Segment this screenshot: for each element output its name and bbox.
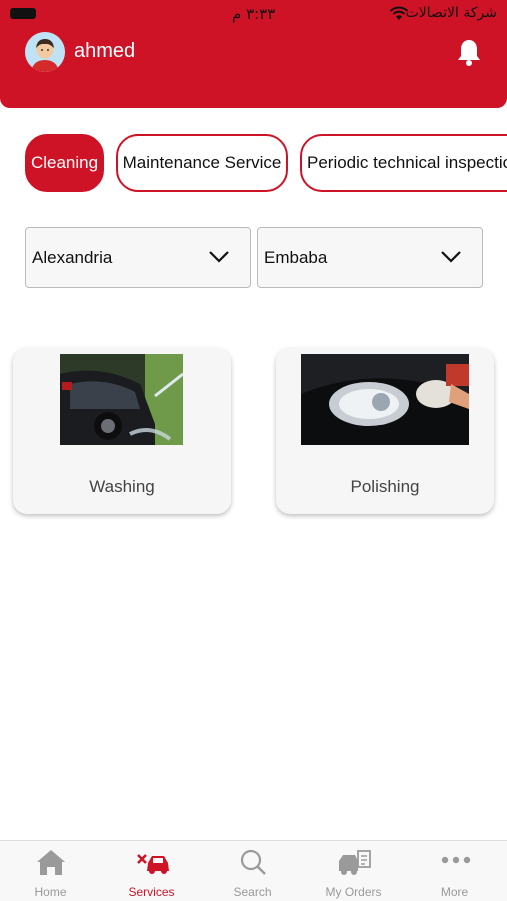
chevron-down-icon <box>209 251 229 263</box>
avatar[interactable] <box>25 32 65 72</box>
nav-label: More <box>440 885 469 899</box>
service-card-polishing[interactable]: Polishing <box>276 348 494 514</box>
service-label: Polishing <box>350 477 420 496</box>
bottom-nav: Home Services Search My Orders More <box>0 840 507 901</box>
username: ahmed <box>74 40 136 62</box>
category-tabs: Cleaning Maintenance Service Periodic te… <box>25 134 507 196</box>
governorate-select[interactable]: Alexandria <box>25 227 251 288</box>
chevron-down-icon <box>441 251 461 263</box>
district-value: Embaba <box>264 248 328 267</box>
status-bar: ٣:٣٣ م شركة الاتصالات <box>0 0 507 28</box>
polishing-image <box>301 354 469 445</box>
more-icon <box>441 856 471 864</box>
governorate-value: Alexandria <box>32 248 113 267</box>
nav-my-orders[interactable]: My Orders <box>303 841 404 901</box>
battery-icon <box>10 8 36 19</box>
nav-label: Services <box>128 885 175 899</box>
nav-services[interactable]: Services <box>101 841 202 901</box>
nav-search[interactable]: Search <box>202 841 303 901</box>
status-time: ٣:٣٣ م <box>232 5 276 23</box>
notifications-bell-icon[interactable] <box>456 38 482 66</box>
service-card-washing[interactable]: Washing <box>13 348 231 514</box>
washing-image <box>60 354 183 445</box>
orders-icon <box>339 850 371 875</box>
tab-periodic-technical-inspection[interactable]: Periodic technical inspection <box>300 134 507 192</box>
district-select[interactable]: Embaba <box>257 227 483 288</box>
home-icon <box>37 850 65 875</box>
nav-home[interactable]: Home <box>0 841 101 901</box>
search-icon <box>240 849 266 875</box>
nav-more[interactable]: More <box>404 841 505 901</box>
nav-label: My Orders <box>325 885 382 899</box>
service-label: Washing <box>89 477 155 496</box>
carrier-name: شركة الاتصالات <box>405 5 497 21</box>
tab-cleaning[interactable]: Cleaning <box>25 134 104 192</box>
services-icon <box>137 854 169 874</box>
nav-label: Home <box>34 885 67 899</box>
tab-maintenance-service[interactable]: Maintenance Service <box>116 134 288 192</box>
app-header: ٣:٣٣ م شركة الاتصالات ahmed <box>0 0 507 108</box>
nav-label: Search <box>233 885 272 899</box>
